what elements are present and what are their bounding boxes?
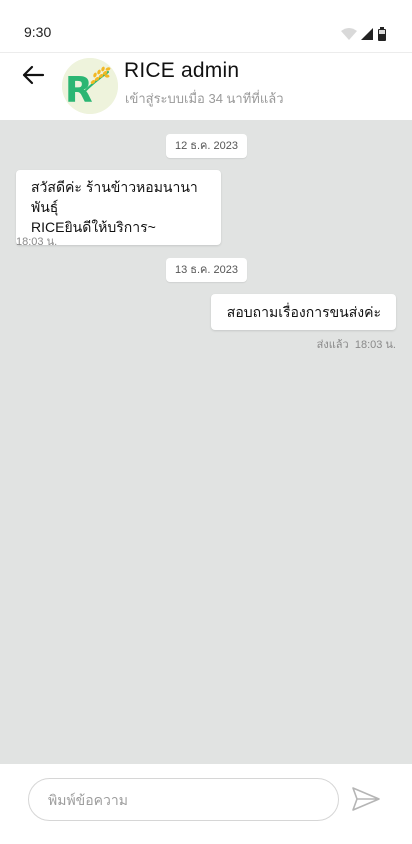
- signal-icon: [361, 28, 373, 40]
- date-separator: 12 ธ.ค. 2023: [166, 134, 248, 158]
- status-bar: 9:30: [0, 0, 412, 52]
- battery-icon: [378, 27, 386, 41]
- send-button[interactable]: [350, 785, 382, 813]
- contact-name: RICE admin: [124, 59, 240, 82]
- message-text-line: สอบถามเรื่องการขนส่งค่ะ: [226, 304, 381, 320]
- message-input[interactable]: [28, 778, 339, 821]
- chat-area[interactable]: 12 ธ.ค. 2023 สวัสดีค่ะ ร้านข้าวหอมนานาพั…: [0, 120, 412, 764]
- outgoing-message-bubble[interactable]: สอบถามเรื่องการขนส่งค่ะ: [210, 294, 396, 330]
- wifi-icon: [341, 28, 357, 40]
- send-icon: [352, 787, 380, 811]
- status-time: 9:30: [24, 24, 52, 40]
- message-text-line: RICEยินดีให้บริการ~: [31, 219, 156, 235]
- chat-header: R RICE admin เข้าสู่ระบบเมื่อ 34 นาทีที่…: [0, 52, 412, 120]
- avatar[interactable]: R: [62, 58, 118, 114]
- status-icons: [340, 26, 390, 42]
- message-meta: ส่งแล้ว 18:03 น.: [317, 335, 396, 353]
- message-status: ส่งแล้ว: [316, 339, 349, 351]
- svg-text:R: R: [65, 70, 93, 111]
- message-time: 18:03 น.: [354, 339, 396, 351]
- back-button[interactable]: [18, 63, 48, 87]
- message-text-line: สวัสดีค่ะ ร้านข้าวหอมนานาพันธุ์: [31, 179, 198, 215]
- message-composer: [0, 764, 412, 844]
- arrow-left-icon: [22, 65, 45, 85]
- rice-logo-icon: R: [62, 58, 118, 114]
- message-time: 18:03 น.: [16, 236, 58, 248]
- date-separator: 13 ธ.ค. 2023: [166, 258, 248, 282]
- last-seen-status: เข้าสู่ระบบเมื่อ 34 นาทีที่แล้ว: [125, 91, 284, 106]
